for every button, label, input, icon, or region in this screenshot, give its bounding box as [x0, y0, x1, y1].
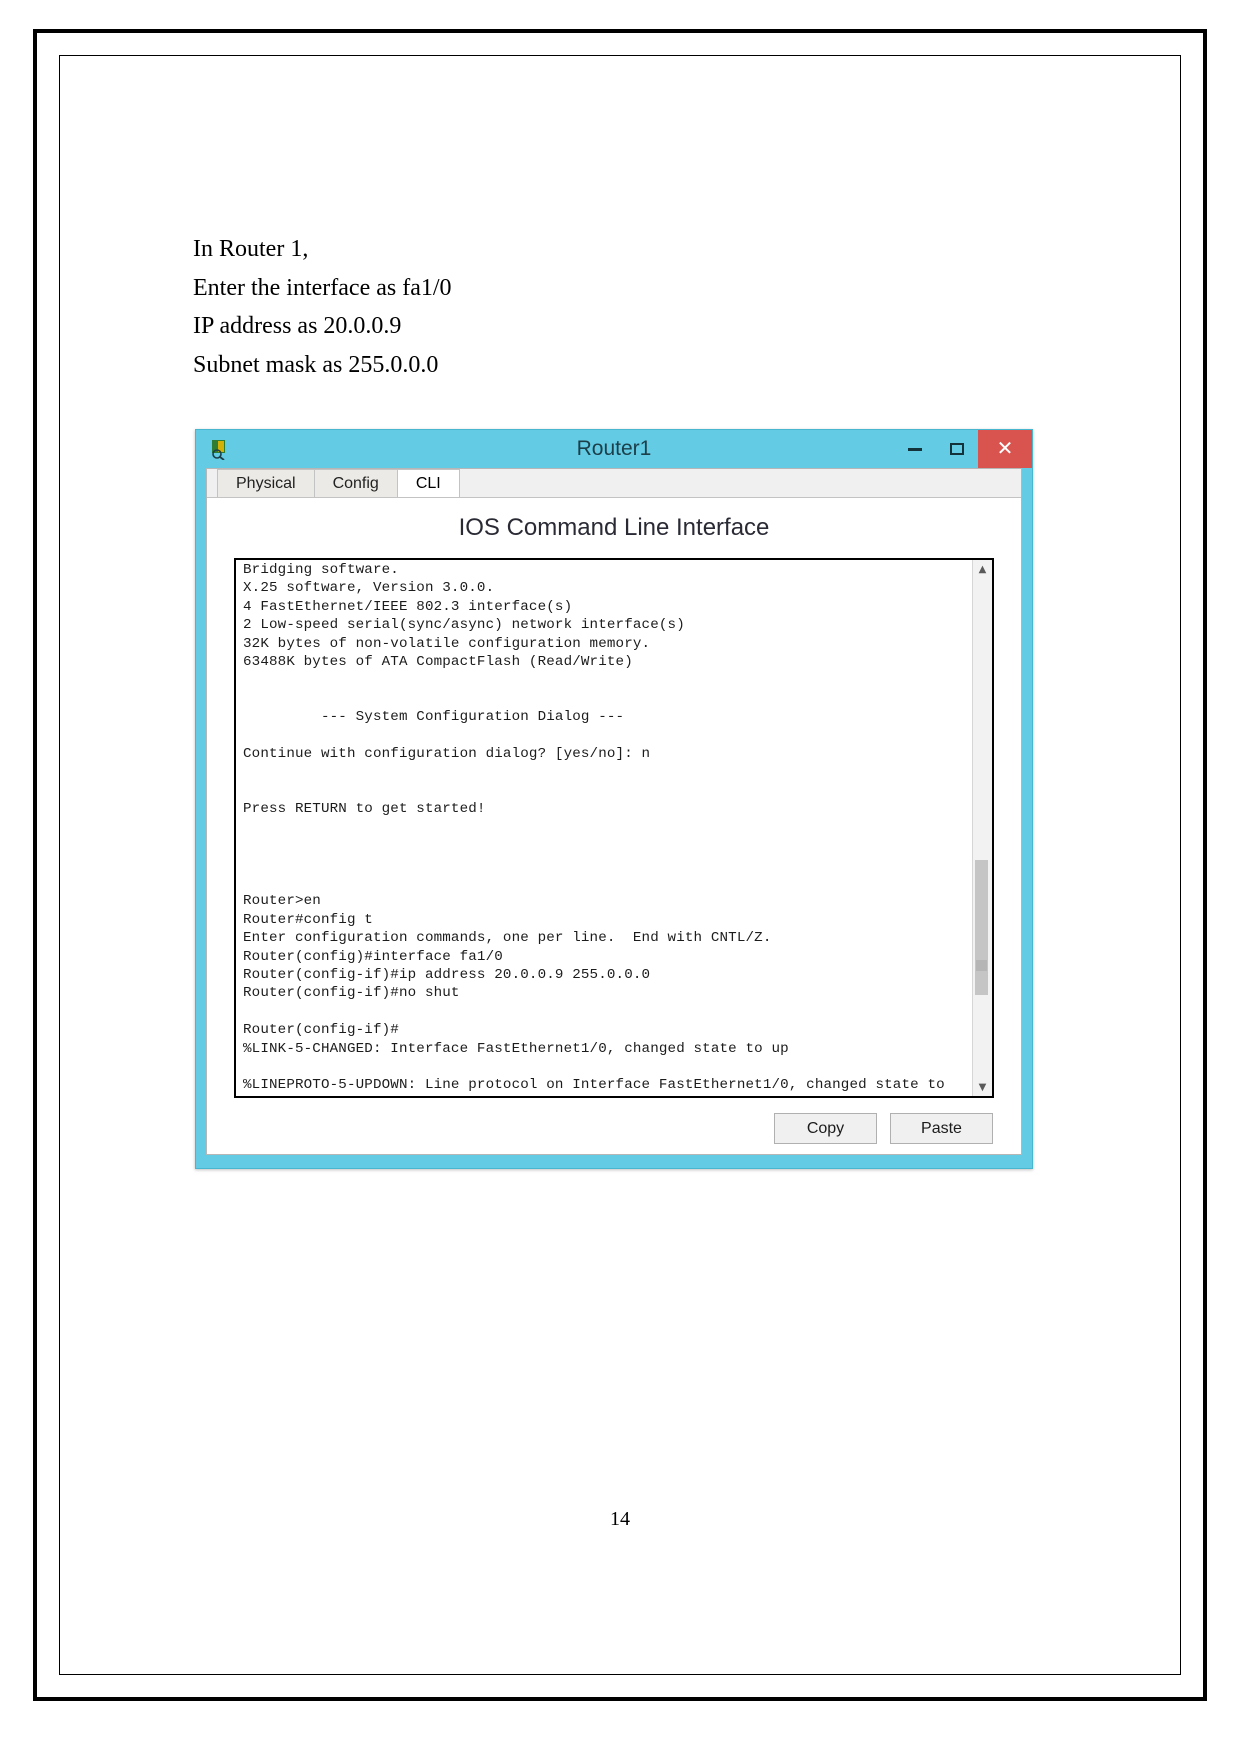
intro-paragraph: In Router 1, Enter the interface as fa1/…	[193, 230, 993, 384]
cli-action-buttons: Copy Paste	[774, 1113, 993, 1144]
close-button[interactable]: ✕	[978, 430, 1032, 468]
tab-config[interactable]: Config	[313, 469, 398, 497]
packet-tracer-router-icon	[208, 438, 230, 461]
intro-line-2: Enter the interface as fa1/0	[193, 274, 452, 301]
minimize-button[interactable]	[894, 430, 936, 468]
tab-physical[interactable]: Physical	[217, 469, 315, 497]
page-inner-border: In Router 1, Enter the interface as fa1/…	[59, 55, 1181, 1675]
console-output-area: Bridging software. X.25 software, Versio…	[234, 558, 994, 1098]
cli-pane: IOS Command Line Interface Bridging soft…	[207, 498, 1021, 1154]
cli-heading: IOS Command Line Interface	[458, 514, 770, 541]
scrollbar-up-arrow-icon[interactable]: ▲	[973, 560, 992, 578]
close-icon: ✕	[996, 438, 1014, 460]
maximize-button[interactable]	[936, 430, 978, 468]
console-scrollbar[interactable]: ▲ ▼	[972, 560, 992, 1096]
intro-line-1: In Router 1,	[193, 236, 309, 262]
console-output-text[interactable]: Bridging software. X.25 software, Versio…	[236, 560, 972, 1096]
maximize-icon	[950, 443, 964, 455]
tab-strip: Physical Config CLI	[207, 469, 1021, 498]
intro-line-4: Subnet mask as 255.0.0.0	[193, 351, 439, 378]
paste-button[interactable]: Paste	[890, 1113, 993, 1144]
window-controls: ✕	[894, 430, 1032, 468]
minimize-icon	[908, 447, 922, 451]
scrollbar-thumb[interactable]	[975, 860, 988, 995]
copy-button[interactable]: Copy	[774, 1113, 877, 1144]
scrollbar-down-arrow-icon[interactable]: ▼	[973, 1078, 992, 1096]
scrollbar-grip[interactable]	[976, 960, 987, 971]
intro-line-3: IP address as 20.0.0.9	[193, 313, 402, 339]
tab-cli[interactable]: CLI	[396, 469, 460, 497]
page-number: 14	[610, 1508, 630, 1530]
window-title-bar[interactable]: Router1 ✕	[196, 430, 1032, 468]
router-window: Router1 ✕ Physical Config CLI IOS Comman…	[195, 429, 1033, 1169]
window-body: Physical Config CLI IOS Command Line Int…	[206, 468, 1022, 1155]
page-outer-border: In Router 1, Enter the interface as fa1/…	[33, 29, 1207, 1701]
